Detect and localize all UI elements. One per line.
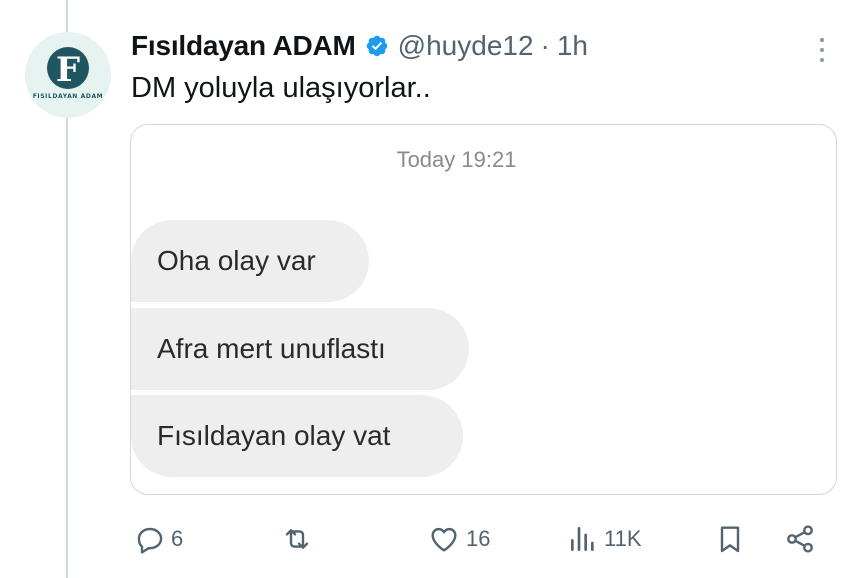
views-button[interactable]: 11K (567, 518, 642, 560)
tweet-text: DM yoluyla ulaşıyorlar.. (131, 72, 431, 104)
views-count: 11K (604, 526, 642, 551)
avatar-logo-icon: F (47, 47, 89, 90)
bookmark-button[interactable] (714, 518, 746, 560)
author-display-name[interactable]: Fısıldayan ADAM (131, 30, 356, 62)
reply-icon (137, 527, 163, 554)
svg-text:F: F (56, 50, 80, 90)
dm-message-bubble: Fısıldayan olay vat (131, 395, 463, 477)
retweet-button[interactable] (279, 518, 320, 560)
like-count: 16 (466, 526, 491, 551)
tweet-header: Fısıldayan ADAM @huyde12 · 1h (131, 26, 588, 66)
more-options-button[interactable] (812, 34, 832, 66)
avatar-brand-text: FISILDAYAN ADAM (32, 93, 104, 100)
dm-timestamp: Today 19:21 (396, 147, 517, 172)
retweet-icon (285, 529, 309, 549)
heart-icon (431, 527, 457, 552)
separator-dot: · (540, 30, 550, 61)
dm-message-bubble: Afra mert unuflastı (131, 308, 469, 390)
reply-count: 6 (171, 526, 184, 551)
like-button[interactable]: 16 (427, 518, 490, 560)
reply-button[interactable]: 6 (134, 518, 183, 560)
verified-badge-icon[interactable] (365, 34, 389, 58)
author-handle[interactable]: @huyde12 (398, 30, 534, 62)
more-vertical-icon (820, 38, 824, 42)
dm-message-text: Afra mert unuflastı (157, 333, 386, 364)
tweet-media-screenshot[interactable]: Today 19:21 Oha olay var Afra mert unufl… (130, 124, 837, 495)
dm-message-bubble: Oha olay var (131, 220, 369, 302)
views-icon (571, 527, 594, 551)
share-icon (787, 525, 813, 553)
dm-message-text: Fısıldayan olay vat (157, 420, 391, 451)
share-button[interactable] (784, 518, 816, 560)
tweet-actions-bar: 6 16 11K (0, 518, 863, 560)
bookmark-icon (720, 526, 740, 553)
avatar[interactable]: F FISILDAYAN ADAM (25, 32, 111, 118)
dm-message-text: Oha olay var (157, 245, 316, 276)
tweet-time[interactable]: 1h (557, 30, 588, 62)
